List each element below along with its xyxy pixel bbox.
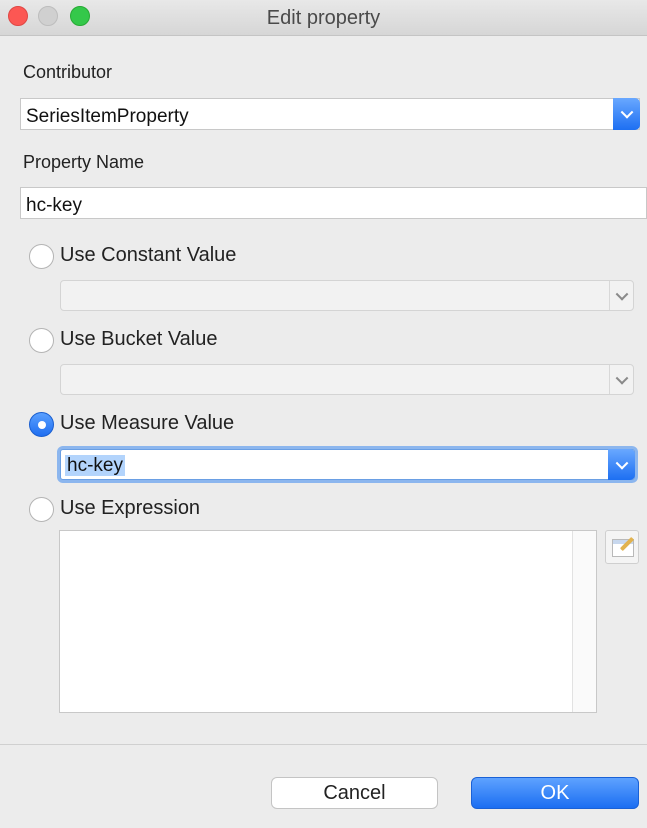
cancel-button[interactable]: Cancel bbox=[271, 777, 438, 809]
contributor-dropdown-button[interactable] bbox=[613, 98, 640, 130]
bucket-value-label: Use Bucket Value bbox=[60, 328, 218, 350]
title-bar: Edit property bbox=[0, 0, 647, 36]
selected-text: hc-key bbox=[65, 455, 125, 476]
chevron-down-icon bbox=[620, 105, 633, 119]
measure-value-combo[interactable]: hc-key bbox=[60, 449, 635, 480]
bucket-value-option[interactable]: Use Bucket Value bbox=[29, 328, 329, 354]
radio-selected-dot bbox=[38, 421, 46, 429]
constant-value-combo[interactable] bbox=[60, 280, 634, 311]
window-title: Edit property bbox=[266, 7, 381, 29]
constant-value-radio[interactable] bbox=[29, 244, 54, 269]
expression-label: Use Expression bbox=[60, 497, 201, 519]
chevron-down-icon bbox=[615, 371, 628, 385]
footer-separator bbox=[0, 744, 647, 745]
edit-property-dialog: Edit property Contributor SeriesItemProp… bbox=[0, 0, 647, 828]
expression-textarea[interactable] bbox=[59, 530, 597, 713]
contributor-combo[interactable]: SeriesItemProperty bbox=[20, 98, 640, 130]
constant-value-label: Use Constant Value bbox=[60, 244, 237, 266]
constant-value-option[interactable]: Use Constant Value bbox=[29, 244, 329, 270]
measure-value-value: hc-key bbox=[65, 455, 125, 477]
expression-scrollbar[interactable] bbox=[572, 531, 596, 712]
contributor-label: Contributor bbox=[23, 62, 113, 82]
expression-radio[interactable] bbox=[29, 497, 54, 522]
property-name-field[interactable]: hc-key bbox=[20, 187, 647, 219]
property-name-label: Property Name bbox=[23, 152, 145, 172]
expression-option[interactable]: Use Expression bbox=[29, 497, 329, 523]
measure-value-radio[interactable] bbox=[29, 412, 54, 437]
bucket-value-combo[interactable] bbox=[60, 364, 634, 395]
ok-button[interactable]: OK bbox=[471, 777, 639, 809]
expression-editor-button[interactable] bbox=[605, 530, 639, 564]
bucket-value-radio[interactable] bbox=[29, 328, 54, 353]
measure-value-dropdown-button[interactable] bbox=[608, 449, 635, 480]
chevron-down-icon bbox=[615, 456, 628, 470]
measure-value-option[interactable]: Use Measure Value bbox=[29, 412, 329, 438]
constant-value-dropdown-button[interactable] bbox=[609, 281, 633, 310]
bucket-value-dropdown-button[interactable] bbox=[609, 365, 633, 394]
contributor-value: SeriesItemProperty bbox=[26, 106, 189, 127]
property-name-value: hc-key bbox=[26, 195, 82, 216]
measure-value-label: Use Measure Value bbox=[60, 412, 235, 434]
chevron-down-icon bbox=[615, 287, 628, 301]
